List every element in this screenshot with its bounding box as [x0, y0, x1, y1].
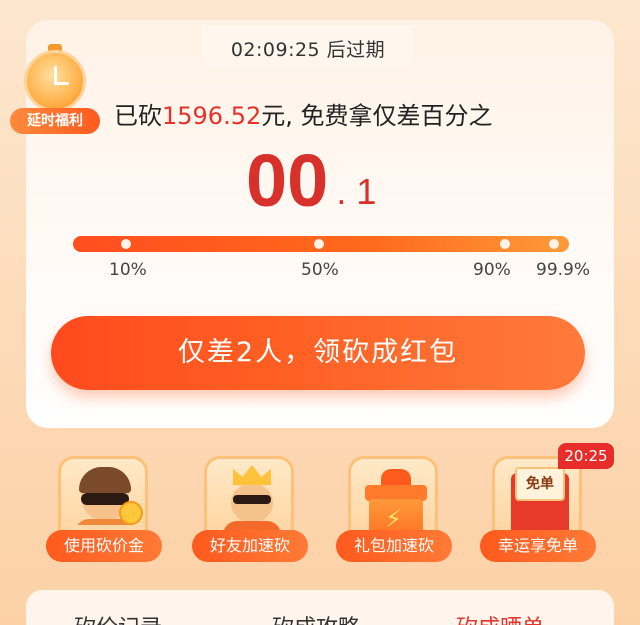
bargain-headline: 已砍1596.52元, 免费拿仅差百分之 [114, 96, 493, 131]
progress-marker-99 [549, 239, 559, 249]
remaining-percent-whole: 00 [246, 139, 329, 222]
tab-bargain-record[interactable]: 砍价记录 [74, 610, 162, 625]
feature-label: 礼包加速砍 [336, 530, 452, 562]
lightning-icon: ⚡ [385, 505, 402, 533]
stopwatch-hand [54, 82, 69, 85]
expiry-timer: 02:09:25 后过期 [202, 26, 414, 70]
bottom-tab-bar: 砍价记录 砍成攻略 砍成晒单 [26, 590, 614, 625]
progress-marker-90 [500, 239, 510, 249]
progress-tick-label: 90% [473, 260, 511, 280]
delay-bonus-label: 延时福利 [10, 108, 100, 134]
bargain-amount: 1596.52 [162, 102, 262, 130]
headline-suffix: 元, 免费拿仅差百分之 [261, 102, 493, 130]
feature-label: 好友加速砍 [192, 530, 308, 562]
tab-success-showcase[interactable]: 砍成晒单 [456, 610, 544, 625]
feature-use-bargain-gold[interactable]: 使用砍价金 [46, 456, 162, 566]
countdown-badge: 20:25 [558, 443, 614, 469]
remaining-percent-fraction: . 1 [336, 171, 377, 212]
feature-gift-boost[interactable]: ⚡ 礼包加速砍 [336, 456, 452, 566]
progress-bar [73, 236, 569, 252]
progress-tick-label: 50% [301, 260, 339, 280]
remaining-percent: 00 . 1 [246, 136, 376, 220]
headline-prefix: 已砍 [114, 102, 162, 130]
tab-success-guide[interactable]: 砍成攻略 [272, 610, 360, 625]
claim-red-packet-button[interactable]: 仅差2人，领砍成红包 [51, 316, 585, 390]
stopwatch-badge[interactable]: 延时福利 [10, 44, 100, 136]
progress-tick-label: 10% [109, 260, 147, 280]
feature-lucky-free[interactable]: 免单 幸运享免单 [480, 456, 596, 566]
coupon-text: 免单 [515, 467, 565, 501]
progress-marker-10 [121, 239, 131, 249]
feature-label: 使用砍价金 [46, 530, 162, 562]
feature-label: 幸运享免单 [480, 530, 596, 562]
expiry-timer-text: 02:09:25 后过期 [230, 38, 386, 61]
progress-tick-label: 99.9% [536, 260, 591, 280]
feature-friend-boost[interactable]: 好友加速砍 [192, 456, 308, 566]
feature-row: 使用砍价金 好友加速砍 ⚡ 礼包加速砍 免单 幸运享免单 [46, 456, 606, 566]
progress-marker-50 [314, 239, 324, 249]
